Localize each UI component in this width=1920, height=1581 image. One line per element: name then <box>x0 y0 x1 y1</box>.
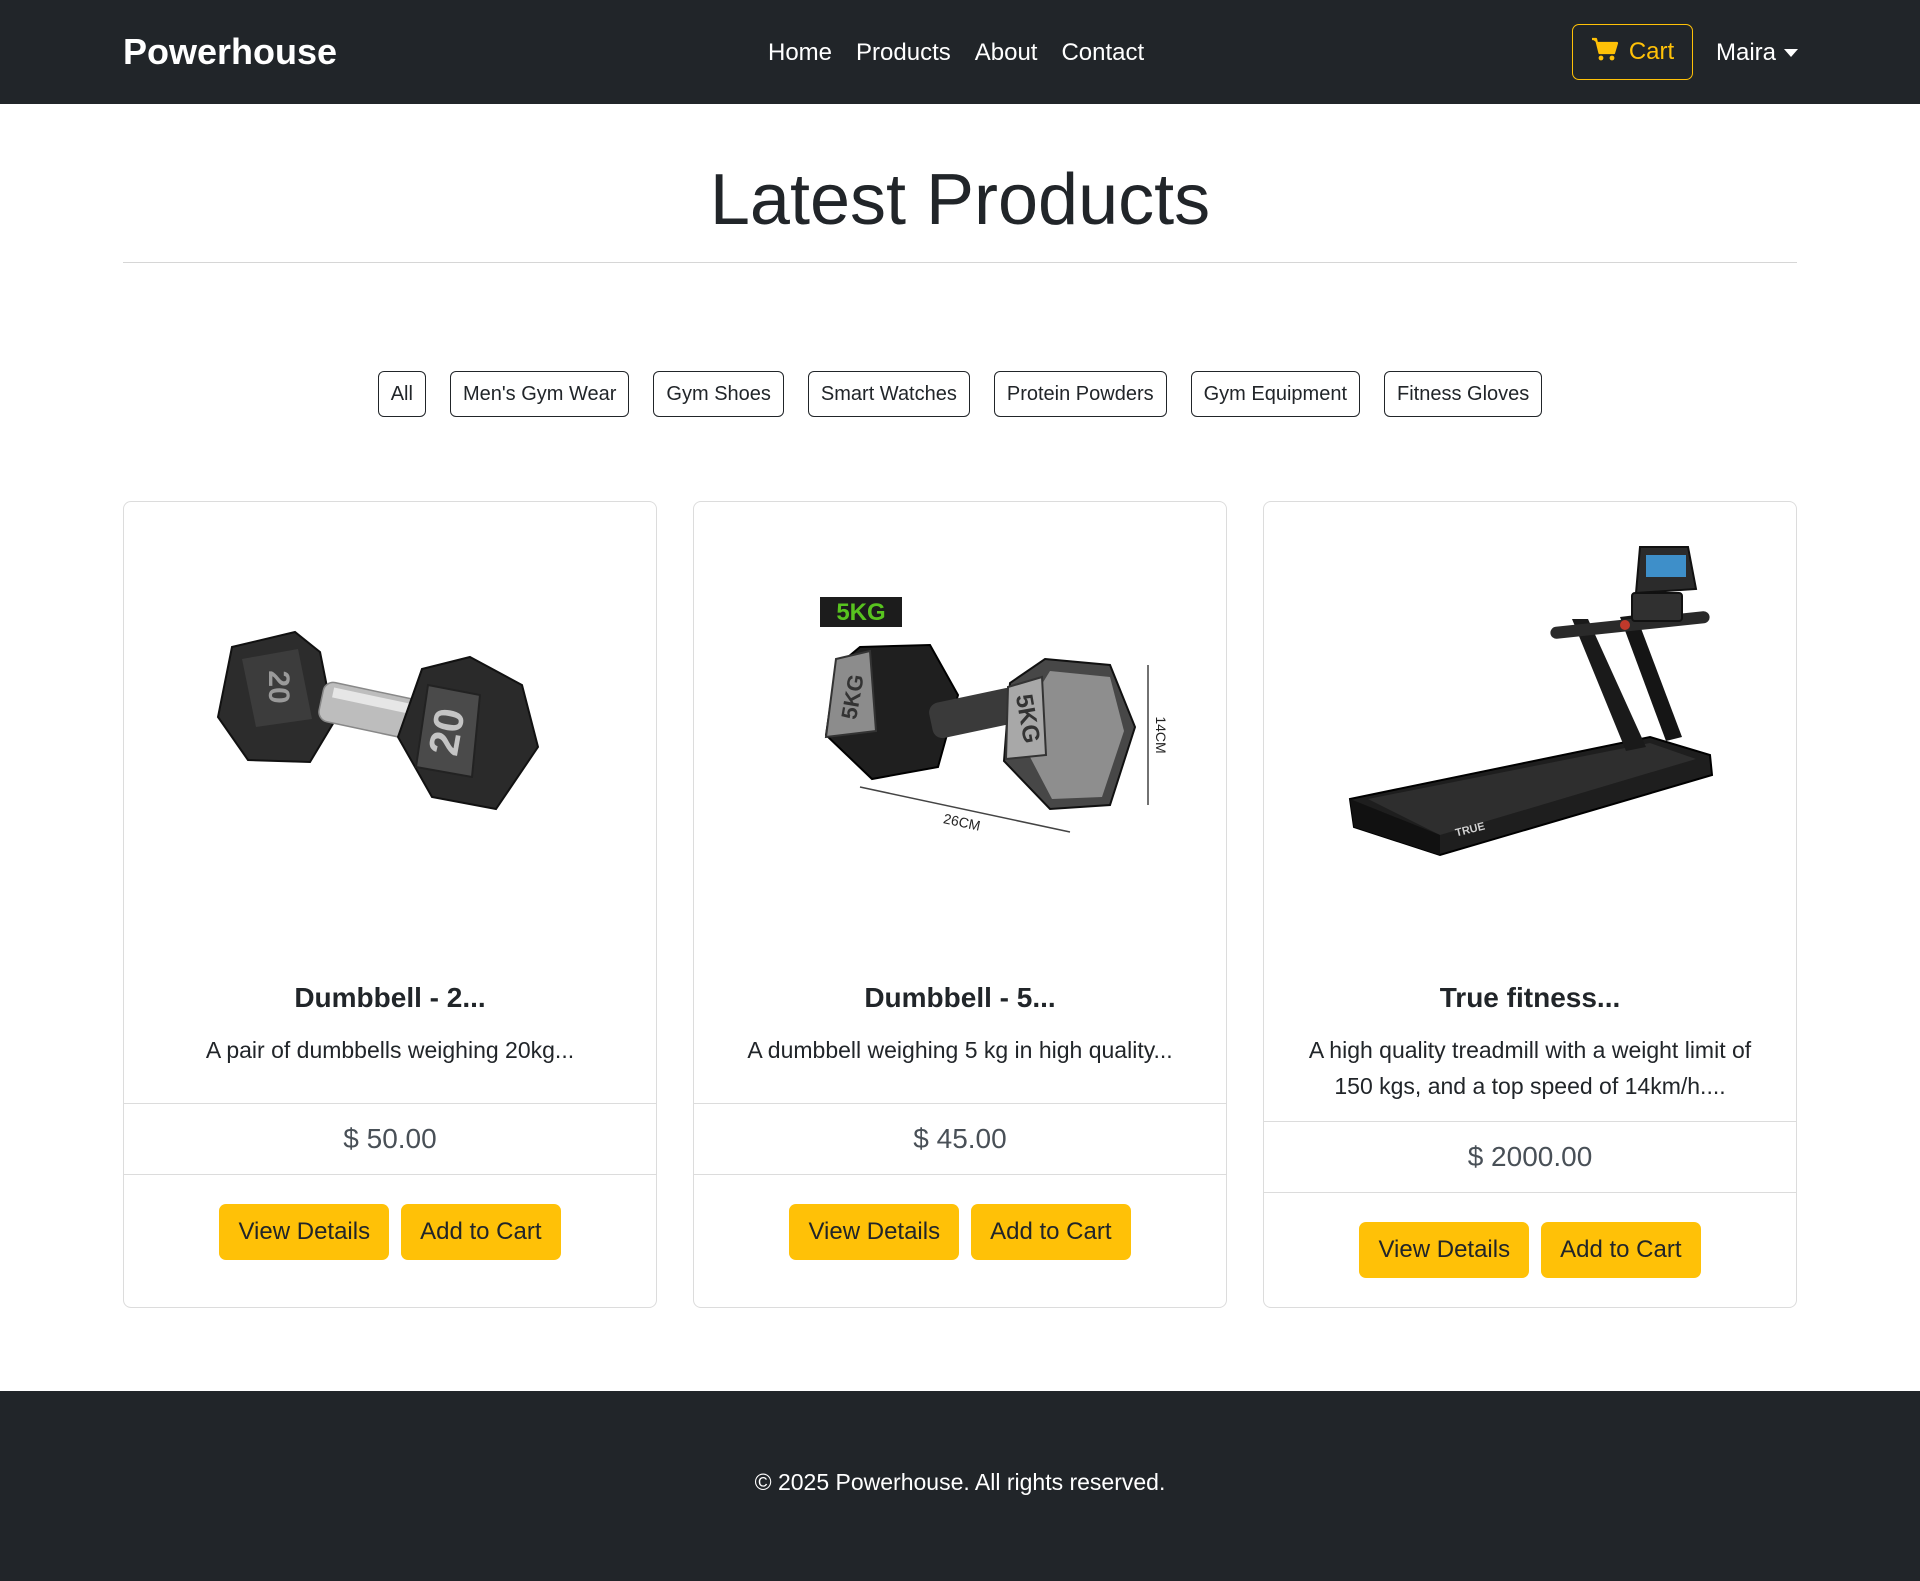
dimension-label-length: 26CM <box>942 810 982 833</box>
add-to-cart-button[interactable]: Add to Cart <box>971 1204 1131 1260</box>
nav-links: Home Products About Contact <box>768 34 1144 72</box>
product-card: 5KG 5KG 5KG 14CM 26CM Dumbbell - 5... A … <box>693 501 1227 1308</box>
product-name: Dumbbell - 5... <box>864 982 1056 1013</box>
product-name: Dumbbell - 2... <box>294 982 486 1013</box>
product-card: 20 20 Dumbbell - 2... A pair of dumbbell… <box>123 501 657 1308</box>
weight-marking: 20 <box>262 670 295 703</box>
product-info: Dumbbell - 2... A pair of dumbbells weig… <box>124 964 656 1068</box>
footer: © 2025 Powerhouse. All rights reserved. <box>0 1391 1920 1581</box>
card-actions: View Details Add to Cart <box>1264 1222 1796 1278</box>
product-image[interactable]: 20 20 <box>124 502 656 932</box>
category-filters: All Men's Gym Wear Gym Shoes Smart Watch… <box>0 371 1920 417</box>
brand-logo[interactable]: Powerhouse <box>123 32 337 72</box>
weight-label-badge: 5KG <box>836 599 885 626</box>
filter-fitness-gloves[interactable]: Fitness Gloves <box>1384 371 1543 417</box>
user-dropdown[interactable]: Maira <box>1716 34 1799 72</box>
filter-gym-equipment[interactable]: Gym Equipment <box>1190 371 1361 417</box>
view-details-button[interactable]: View Details <box>219 1204 390 1260</box>
filter-protein-powders[interactable]: Protein Powders <box>993 371 1167 417</box>
product-description: A dumbbell weighing 5 kg in high quality… <box>747 1037 1173 1063</box>
card-actions: View Details Add to Cart <box>694 1204 1226 1260</box>
title-divider <box>123 262 1797 263</box>
product-image[interactable]: 5KG 5KG 5KG 14CM 26CM <box>694 502 1226 932</box>
dimension-label-height: 14CM <box>1153 716 1169 753</box>
copyright-text: © 2025 Powerhouse. All rights reserved. <box>754 1469 1166 1495</box>
user-name: Maira <box>1716 39 1777 66</box>
filter-all[interactable]: All <box>377 371 426 417</box>
cart-label: Cart <box>1628 38 1675 65</box>
product-description: A pair of dumbbells weighing 20kg... <box>205 1037 575 1063</box>
add-to-cart-button[interactable]: Add to Cart <box>401 1204 561 1260</box>
page-title: Latest Products <box>709 160 1211 240</box>
add-to-cart-button[interactable]: Add to Cart <box>1541 1222 1701 1278</box>
view-details-button[interactable]: View Details <box>1359 1222 1530 1278</box>
product-name: True fitness... <box>1439 982 1621 1013</box>
product-card: TRUE True fitness... A high quality trea… <box>1263 501 1797 1308</box>
view-details-button[interactable]: View Details <box>789 1204 960 1260</box>
nav-link-products[interactable]: Products <box>856 34 951 72</box>
nav-link-home[interactable]: Home <box>768 34 832 72</box>
filter-mens-gym-wear[interactable]: Men's Gym Wear <box>449 371 630 417</box>
product-price: $ 2000.00 <box>1264 1121 1796 1193</box>
nav-link-contact[interactable]: Contact <box>1061 34 1144 72</box>
filter-gym-shoes[interactable]: Gym Shoes <box>653 371 784 417</box>
navbar: Powerhouse Home Products About Contact C… <box>0 0 1920 104</box>
product-info: Dumbbell - 5... A dumbbell weighing 5 kg… <box>694 964 1226 1068</box>
shopping-cart-icon <box>1591 36 1619 69</box>
product-info: True fitness... A high quality treadmill… <box>1264 964 1796 1104</box>
cart-button[interactable]: Cart <box>1572 24 1693 80</box>
product-image[interactable]: TRUE <box>1264 502 1796 932</box>
weight-marking: 20 <box>419 705 473 759</box>
card-actions: View Details Add to Cart <box>124 1204 656 1260</box>
filter-smart-watches[interactable]: Smart Watches <box>807 371 970 417</box>
nav-link-about[interactable]: About <box>975 34 1038 72</box>
product-description: A high quality treadmill with a weight l… <box>1308 1037 1752 1099</box>
product-price: $ 50.00 <box>124 1103 656 1175</box>
caret-down-icon <box>1784 49 1799 57</box>
product-price: $ 45.00 <box>694 1103 1226 1175</box>
